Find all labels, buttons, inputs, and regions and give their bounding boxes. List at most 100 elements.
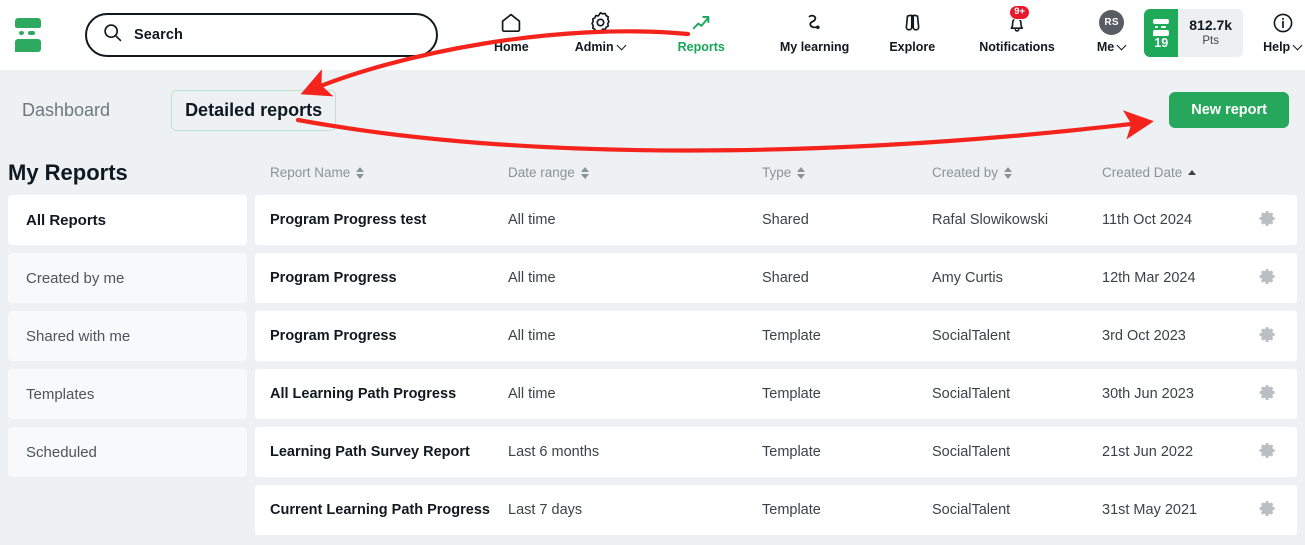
avatar-initials: RS xyxy=(1099,10,1125,35)
page-body: All Reports Created by me Shared with me… xyxy=(0,195,1305,545)
cell-report-name: Program Progress xyxy=(270,328,397,344)
row-settings-button[interactable] xyxy=(1237,499,1297,522)
row-settings-button[interactable] xyxy=(1237,441,1297,464)
sidebar-item-label: Scheduled xyxy=(26,443,97,461)
table-row[interactable]: Program Progress All time Shared Amy Curtis… xyxy=(255,253,1297,303)
nav-label-help-text: Help xyxy=(1263,40,1291,54)
nav-items-group: Home Admin Reports My learning Explore 9… xyxy=(458,0,1305,70)
sidebar-item-all-reports[interactable]: All Reports xyxy=(8,195,247,245)
sort-icon xyxy=(1004,166,1013,179)
cell-created-by: SocialTalent xyxy=(932,502,1011,518)
nav-label-reports: Reports xyxy=(677,40,725,54)
reports-table: Program Progress test All time Shared Rafal… xyxy=(255,195,1305,545)
nav-label-my-learning: My learning xyxy=(779,40,850,54)
search-icon xyxy=(103,23,122,47)
column-header-created-date-label: Created Date xyxy=(1102,165,1183,180)
cell-created-date: 12th Mar 2024 xyxy=(1102,270,1196,286)
sidebar-item-created-by-me[interactable]: Created by me xyxy=(8,253,247,303)
search-input[interactable]: Search xyxy=(85,13,438,57)
nav-item-help[interactable]: Help xyxy=(1261,9,1304,54)
nav-item-reports[interactable]: Reports xyxy=(676,9,727,54)
sort-icon xyxy=(356,166,365,179)
cell-type: Shared xyxy=(762,212,809,228)
gear-icon xyxy=(588,9,613,36)
row-settings-button[interactable] xyxy=(1237,325,1297,348)
points-chip[interactable]: 19 812.7k Pts xyxy=(1144,9,1244,57)
row-settings-button[interactable] xyxy=(1237,209,1297,232)
points-level-value: 19 xyxy=(1154,35,1169,50)
column-header-type[interactable]: Type xyxy=(762,165,932,180)
cell-created-by: Amy Curtis xyxy=(932,270,1003,286)
nav-label-me: Me xyxy=(1097,40,1126,54)
cell-type: Template xyxy=(762,444,821,460)
cell-created-date: 21st Jun 2022 xyxy=(1102,444,1194,460)
gear-icon xyxy=(1258,267,1277,290)
app-root: Search Home Admin Reports My learning Ex… xyxy=(0,0,1305,545)
nav-label-explore: Explore xyxy=(889,40,936,54)
points-value-block: 812.7k Pts xyxy=(1178,9,1244,57)
gear-icon xyxy=(1258,499,1277,522)
cell-type: Template xyxy=(762,386,821,402)
nav-item-explore[interactable]: Explore xyxy=(887,9,937,54)
points-total: 812.7k xyxy=(1189,17,1233,34)
nav-item-my-learning[interactable]: My learning xyxy=(778,9,851,54)
cell-created-date: 11th Oct 2024 xyxy=(1102,212,1193,228)
gear-icon xyxy=(1258,209,1277,232)
chevron-down-icon xyxy=(618,42,626,50)
sort-icon xyxy=(580,166,589,179)
cell-type: Shared xyxy=(762,270,809,286)
cell-type: Template xyxy=(762,502,821,518)
table-row[interactable]: Program Progress test All time Shared Rafal… xyxy=(255,195,1297,245)
sort-icon-ascending xyxy=(1188,170,1197,175)
column-header-created-by-label: Created by xyxy=(932,165,999,180)
bell-icon: 9+ xyxy=(1005,5,1031,36)
row-settings-button[interactable] xyxy=(1237,383,1297,406)
table-row[interactable]: Learning Path Survey Report Last 6 months… xyxy=(255,427,1297,477)
table-row[interactable]: All Learning Path Progress All time Templa… xyxy=(255,369,1297,419)
nav-item-me[interactable]: RS Me xyxy=(1095,9,1128,54)
cell-created-by: SocialTalent xyxy=(932,386,1011,402)
nav-label-notifications: Notifications xyxy=(979,40,1055,54)
cell-date-range: All time xyxy=(508,386,556,402)
sidebar-item-label: Created by me xyxy=(26,269,125,287)
column-header-created-date[interactable]: Created Date xyxy=(1102,165,1305,180)
cell-report-name: All Learning Path Progress xyxy=(270,386,457,402)
sidebar-item-shared-with-me[interactable]: Shared with me xyxy=(8,311,247,361)
cell-created-date: 3rd Oct 2023 xyxy=(1102,328,1186,344)
sidebar-item-templates[interactable]: Templates xyxy=(8,369,247,419)
sidebar-item-scheduled[interactable]: Scheduled xyxy=(8,427,247,477)
column-header-type-label: Type xyxy=(762,165,792,180)
nav-label-admin-text: Admin xyxy=(574,40,614,54)
row-settings-button[interactable] xyxy=(1237,267,1297,290)
cell-created-by: SocialTalent xyxy=(932,444,1011,460)
cell-date-range: All time xyxy=(508,328,556,344)
column-header-created-by[interactable]: Created by xyxy=(932,165,1102,180)
column-header-report-name[interactable]: Report Name xyxy=(255,165,508,180)
reports-sidebar: All Reports Created by me Shared with me… xyxy=(0,195,255,545)
trending-up-icon xyxy=(689,9,714,36)
sidebar-item-label: Shared with me xyxy=(26,327,131,345)
search-placeholder-text: Search xyxy=(134,27,183,43)
cell-date-range: All time xyxy=(508,270,556,286)
cell-report-name: Program Progress test xyxy=(270,212,427,228)
table-row[interactable]: Current Learning Path Progress Last 7 day… xyxy=(255,485,1297,535)
nav-item-notifications[interactable]: 9+ Notifications xyxy=(977,5,1057,54)
logo-icon xyxy=(1151,18,1171,37)
new-report-button[interactable]: New report xyxy=(1169,92,1289,128)
nav-label-me-text: Me xyxy=(1096,40,1115,54)
cell-date-range: All time xyxy=(508,212,556,228)
nav-item-admin[interactable]: Admin xyxy=(573,9,628,54)
chevron-down-icon xyxy=(1294,42,1302,50)
notifications-count-badge: 9+ xyxy=(1009,5,1031,20)
breadcrumb-detailed-reports[interactable]: Detailed reports xyxy=(171,89,337,131)
socialtalent-logo[interactable] xyxy=(0,0,56,70)
logo-icon xyxy=(12,18,44,52)
nav-item-home[interactable]: Home xyxy=(492,9,531,54)
breadcrumb-dashboard[interactable]: Dashboard xyxy=(16,96,116,125)
column-header-date-range-label: Date range xyxy=(508,165,575,180)
table-row[interactable]: Program Progress All time Template SocialTa… xyxy=(255,311,1297,361)
cell-created-date: 31st May 2021 xyxy=(1102,502,1198,518)
sidebar-item-label: Templates xyxy=(26,385,95,403)
cell-report-name: Current Learning Path Progress xyxy=(270,502,490,518)
column-header-date-range[interactable]: Date range xyxy=(508,165,762,180)
